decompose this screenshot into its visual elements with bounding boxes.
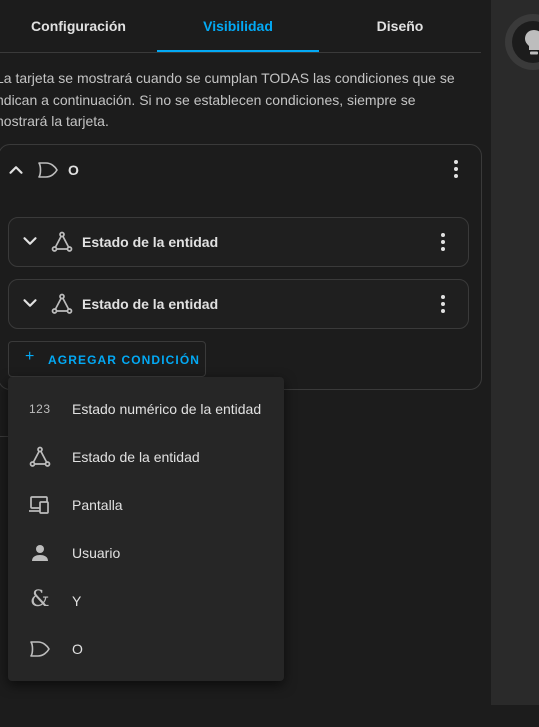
tab-configuracion[interactable]: Configuración — [0, 0, 157, 52]
menu-item-and[interactable]: & Y — [8, 577, 284, 625]
lightbulb-icon — [525, 30, 539, 55]
menu-item-label: Estado numérico de la entidad — [72, 401, 262, 417]
description-line: nostrará la tarjeta. — [0, 113, 109, 129]
and-icon: & — [30, 587, 50, 612]
add-condition-button[interactable]: + AGREGAR CONDICIÓN — [8, 341, 206, 377]
or-gate-icon — [30, 641, 50, 657]
chevron-down-icon[interactable] — [19, 292, 41, 314]
chevron-down-icon[interactable] — [19, 230, 41, 252]
group-menu-icon[interactable] — [444, 157, 468, 181]
tab-diseno[interactable]: Diseño — [319, 0, 481, 52]
state-icon — [51, 293, 73, 314]
menu-item-or[interactable]: O — [8, 625, 284, 673]
add-condition-menu: 123 Estado numérico de la entidad Estado… — [8, 377, 284, 681]
add-condition-label: AGREGAR CONDICIÓN — [48, 353, 201, 367]
plus-icon: + — [25, 348, 35, 365]
menu-item-label: Pantalla — [72, 497, 123, 513]
condition-menu-icon[interactable] — [431, 230, 455, 254]
condition-label: Estado de la entidad — [82, 296, 219, 312]
menu-item-label: Y — [72, 593, 82, 609]
condition-card[interactable]: Estado de la entidad — [8, 217, 469, 267]
description-line: ndican a continuación. Si no se establec… — [0, 91, 416, 108]
group-title: O — [68, 162, 79, 178]
menu-item-state[interactable]: Estado de la entidad — [8, 433, 284, 481]
condition-label: Estado de la entidad — [82, 234, 219, 250]
numeric-123-icon: 123 — [29, 402, 51, 416]
state-icon — [29, 446, 51, 467]
menu-item-label: Estado de la entidad — [72, 449, 200, 465]
screen-icon — [29, 496, 49, 514]
preview-panel — [491, 0, 539, 705]
menu-item-numeric-state[interactable]: 123 Estado numérico de la entidad — [8, 385, 284, 433]
visibility-description: La tarjeta se mostrará cuando se cumplan… — [0, 68, 486, 133]
state-icon — [51, 231, 73, 252]
menu-item-user[interactable]: Usuario — [8, 529, 284, 577]
tab-bar: Configuración Visibilidad Diseño — [0, 0, 481, 53]
tab-visibilidad[interactable]: Visibilidad — [157, 0, 319, 52]
description-line: La tarjeta se mostrará cuando se cumplan… — [0, 70, 455, 86]
condition-card[interactable]: Estado de la entidad — [8, 279, 469, 329]
menu-item-label: O — [72, 641, 83, 657]
menu-item-screen[interactable]: Pantalla — [8, 481, 284, 529]
menu-item-label: Usuario — [72, 545, 121, 561]
condition-menu-icon[interactable] — [431, 292, 455, 316]
chevron-up-icon[interactable] — [5, 159, 27, 181]
or-gate-icon — [38, 162, 58, 178]
user-icon — [32, 545, 48, 561]
